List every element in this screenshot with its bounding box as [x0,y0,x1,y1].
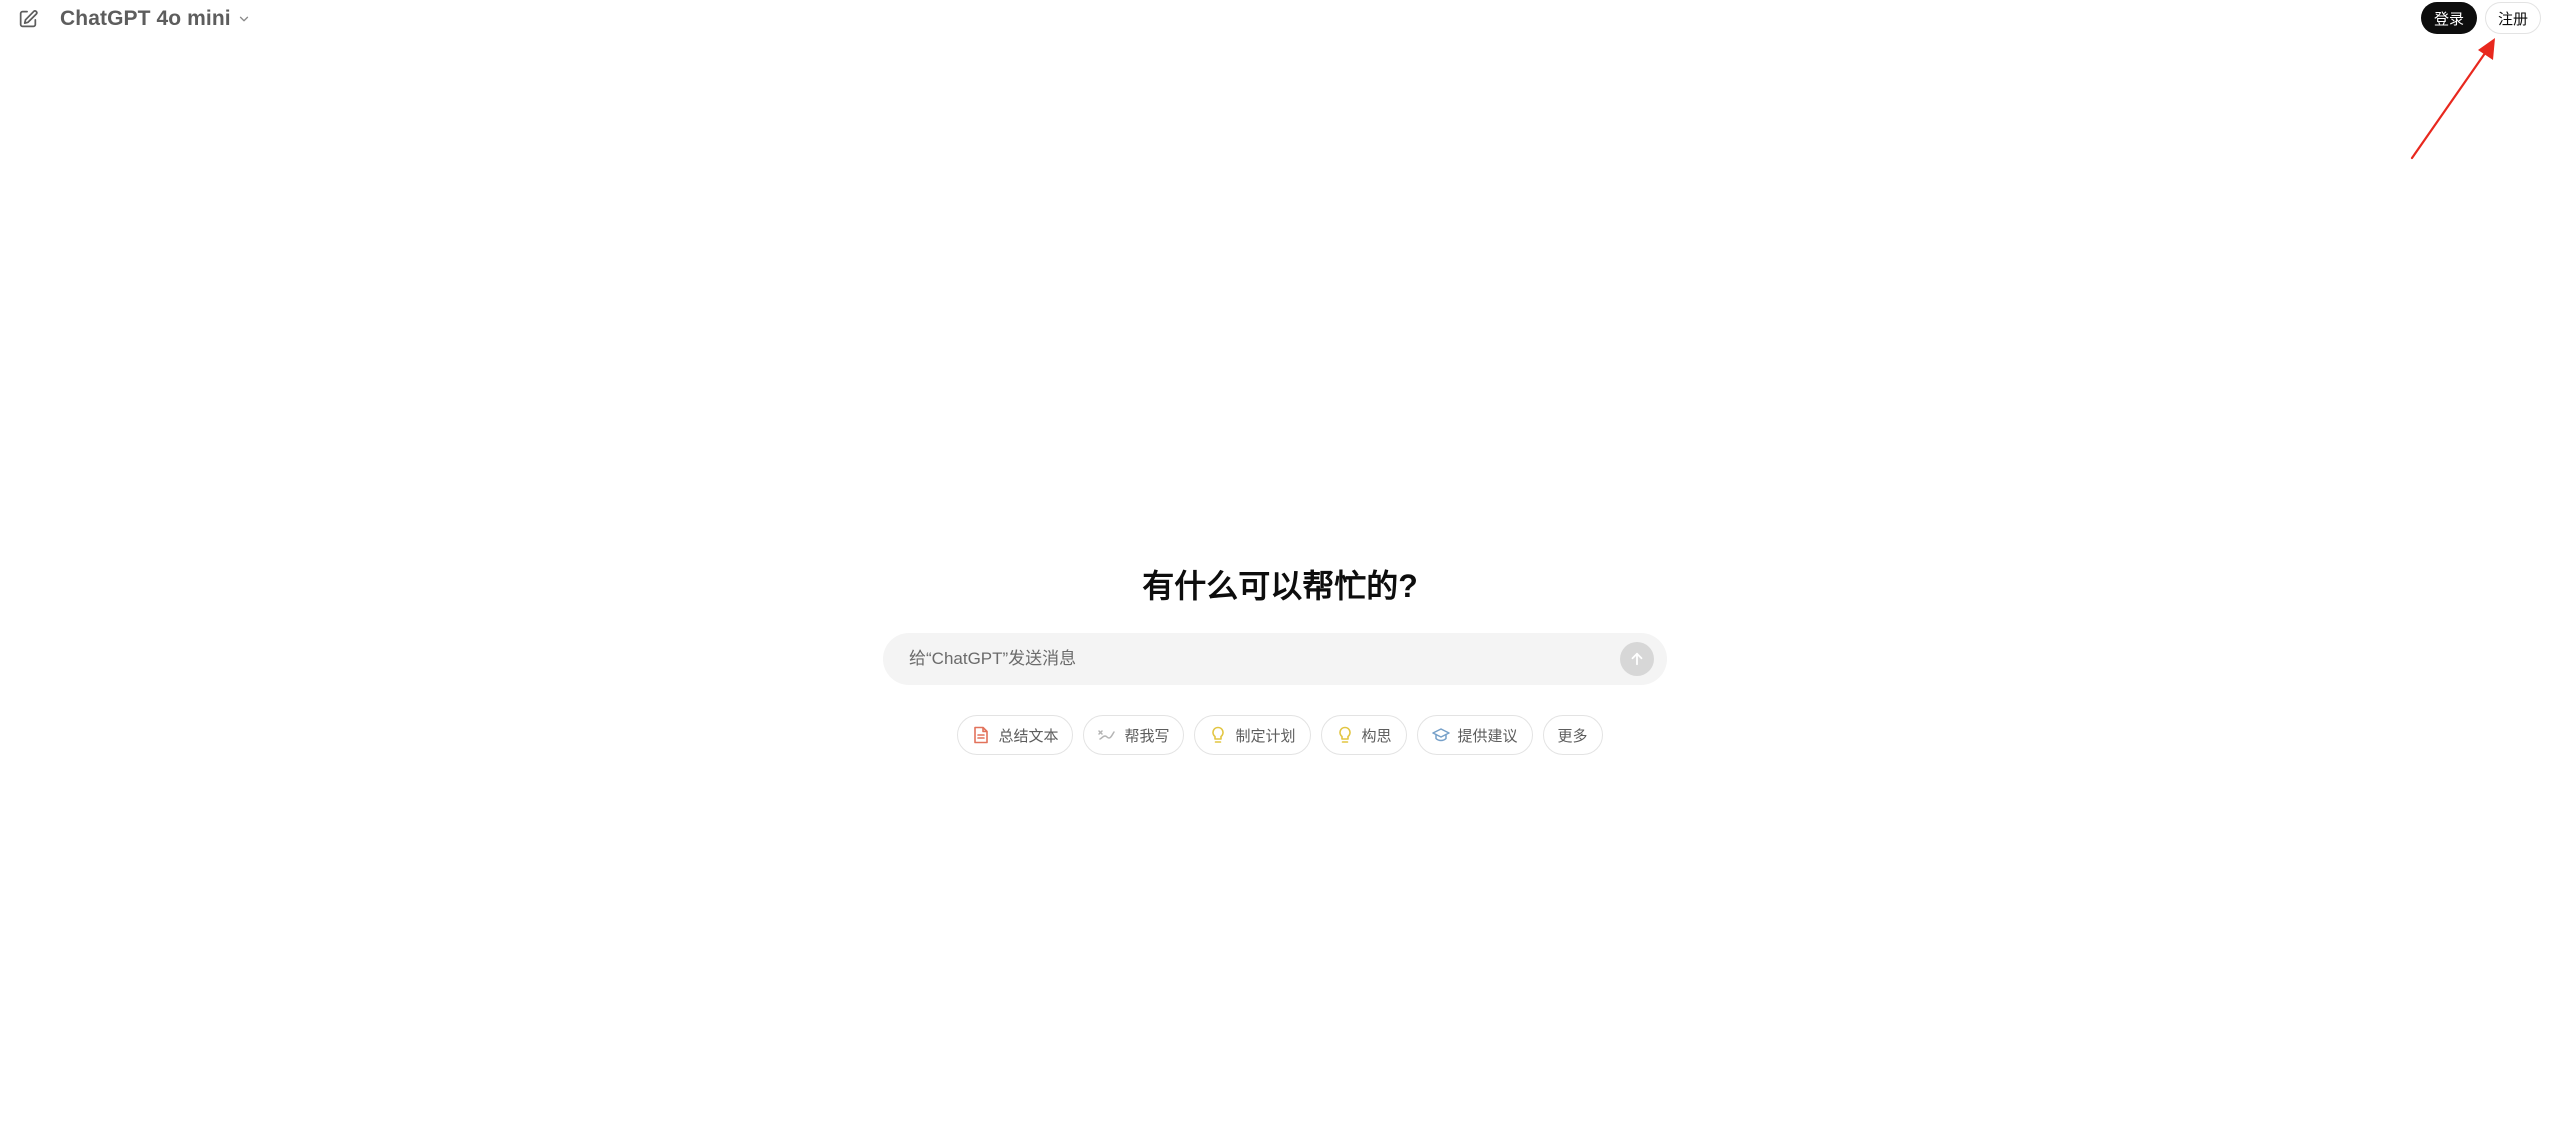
graduation-cap-icon [1431,726,1450,744]
chip-label: 制定计划 [1235,727,1296,745]
message-composer [883,633,1667,685]
chip-more[interactable]: 更多 [1542,715,1603,755]
document-icon [972,726,990,744]
model-selector[interactable]: ChatGPT 4o mini [56,3,255,35]
chip-label: 构思 [1361,727,1392,745]
model-name: ChatGPT 4o mini [60,7,231,30]
message-input[interactable] [909,633,1589,685]
chip-give-advice[interactable]: 提供建议 [1416,715,1533,755]
compose-icon [19,10,38,28]
chevron-down-icon [237,12,251,26]
send-button[interactable] [1620,642,1654,676]
chip-label: 提供建议 [1457,727,1518,745]
new-chat-button[interactable] [14,5,42,33]
page-title: 有什么可以帮忙的? [1142,568,1418,604]
chip-summarize-text[interactable]: 总结文本 [957,715,1074,755]
chip-label: 更多 [1557,727,1588,745]
arrow-up-icon [1631,652,1643,666]
chip-label: 总结文本 [998,727,1059,745]
annotation-arrow [2410,38,2495,160]
suggestion-chips: 总结文本 帮我写 制定计划 构思 提供建议 更多 [0,715,2560,755]
chip-help-me-write[interactable]: 帮我写 [1083,715,1185,755]
lightbulb-icon [1209,726,1227,744]
chip-label: 帮我写 [1124,727,1170,745]
pen-icon [1098,726,1116,744]
chip-brainstorm[interactable]: 构思 [1320,715,1407,755]
top-bar: ChatGPT 4o mini 登录 注册 [0,0,2560,38]
chip-make-a-plan[interactable]: 制定计划 [1194,715,1311,755]
chatgpt-home-page: ChatGPT 4o mini 登录 注册 有什么可以帮忙的? 给“ChatGP… [0,0,2560,1125]
lightbulb-icon [1336,726,1354,744]
